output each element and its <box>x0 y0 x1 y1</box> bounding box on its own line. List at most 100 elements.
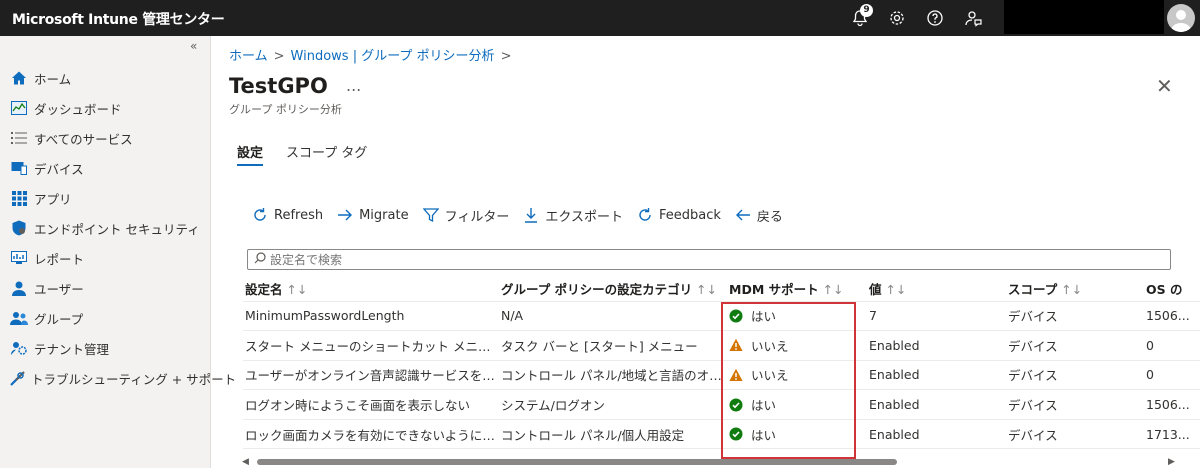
sidebar-item-label: トラブルシューティング + サポート <box>31 371 237 387</box>
close-icon[interactable]: ✕ <box>1156 74 1173 98</box>
more-options-button[interactable]: ... <box>346 76 361 95</box>
list-icon <box>10 129 28 147</box>
column-header-os-version[interactable]: OS の <box>1144 276 1200 302</box>
category-cell: コントロール パネル/個人用設定 <box>499 419 727 450</box>
devices-icon <box>10 159 28 177</box>
value-cell: Enabled <box>867 360 1006 391</box>
collapse-sidebar-button[interactable]: « <box>190 39 197 53</box>
tenant-icon <box>10 339 28 357</box>
chevron-right-icon: > <box>500 49 512 64</box>
feedback-person-icon[interactable] <box>963 8 983 28</box>
column-header-mdm-support[interactable]: MDM サポート ↑↓ <box>727 276 867 302</box>
scroll-left-icon[interactable]: ◀ <box>242 457 249 467</box>
breadcrumb-windows-link[interactable]: Windows | グループ ポリシー分析 <box>291 49 495 64</box>
avatar[interactable] <box>1167 4 1195 32</box>
scrollbar-thumb[interactable] <box>257 459 897 465</box>
os-version-cell: 1506... <box>1144 301 1200 332</box>
category-cell: システム/ログオン <box>499 389 727 420</box>
column-header-value[interactable]: 値 ↑↓ <box>867 276 1006 302</box>
highlight-box-mdm-support <box>721 302 856 459</box>
app-title[interactable]: Microsoft Intune 管理センター <box>12 9 225 29</box>
scope-cell: デバイス <box>1006 360 1144 391</box>
sort-icon: ↑↓ <box>696 281 718 297</box>
gear-icon[interactable] <box>887 8 907 28</box>
sort-icon: ↑↓ <box>286 281 308 297</box>
dashboard-icon <box>10 99 28 117</box>
refresh-button[interactable]: Refresh <box>252 207 323 223</box>
back-label: 戻る <box>756 209 783 225</box>
category-cell: タスク バーと [スタート] メニュー <box>499 330 727 361</box>
tab-settings[interactable]: 設定 <box>237 142 263 161</box>
column-header-scope[interactable]: スコープ ↑↓ <box>1006 276 1144 302</box>
tab-active-indicator <box>237 164 263 166</box>
setting-name-cell: スタート メニューのショートカット メニューを無効にする <box>243 330 499 361</box>
search-input[interactable] <box>270 252 1150 267</box>
setting-name-cell: ログオン時にようこそ画面を表示しない <box>243 389 499 420</box>
main-content: ホーム > Windows | グループ ポリシー分析 > TestGPO ... グ… <box>212 36 1200 468</box>
filter-button[interactable]: フィルター <box>422 206 510 225</box>
refresh-label: Refresh <box>274 207 324 223</box>
page-title: TestGPO <box>229 74 328 98</box>
search-box[interactable] <box>247 249 1171 270</box>
sidebar-item-dashboard[interactable]: ダッシュボード <box>10 94 205 122</box>
sidebar-item-reports[interactable]: レポート <box>10 244 205 272</box>
os-version-cell: 1713... <box>1144 419 1200 450</box>
value-cell: Enabled <box>867 330 1006 361</box>
account-name-redacted[interactable] <box>1004 0 1164 34</box>
back-button[interactable]: 戻る <box>735 206 783 225</box>
breadcrumb: ホーム > Windows | グループ ポリシー分析 > <box>229 45 517 64</box>
sidebar-item-apps[interactable]: アプリ <box>10 184 205 212</box>
sidebar-item-home[interactable]: ホーム <box>10 64 205 92</box>
os-version-cell: 1506... <box>1144 389 1200 420</box>
migrate-label: Migrate <box>359 207 409 223</box>
sidebar-item-all-services[interactable]: すべてのサービス <box>10 124 205 152</box>
sidebar-item-label: ダッシュボード <box>34 101 122 117</box>
arrow-right-icon <box>337 207 353 223</box>
help-icon[interactable] <box>925 8 945 28</box>
setting-name-cell: ロック画面カメラを有効にできないようにする <box>243 419 499 450</box>
sidebar-item-label: ホーム <box>34 71 72 87</box>
category-cell: コントロール パネル/地域と言語のオプション <box>499 360 727 391</box>
setting-name-cell: ユーザーがオンライン音声認識サービスを有効にで… <box>243 360 499 391</box>
value-cell: 7 <box>867 301 1006 332</box>
reports-icon <box>10 249 28 267</box>
scope-cell: デバイス <box>1006 389 1144 420</box>
feedback-button[interactable]: Feedback <box>637 207 721 223</box>
notification-badge: 9 <box>860 4 873 17</box>
value-cell: Enabled <box>867 419 1006 450</box>
chevron-right-icon: > <box>273 49 285 64</box>
shield-icon <box>10 219 28 237</box>
scope-cell: デバイス <box>1006 330 1144 361</box>
filter-label: フィルター <box>444 209 510 225</box>
tab-scope-tags[interactable]: スコープ タグ <box>286 142 367 161</box>
sidebar-item-label: すべてのサービス <box>34 131 133 147</box>
apps-icon <box>10 189 28 207</box>
sidebar-item-devices[interactable]: デバイス <box>10 154 205 182</box>
home-icon <box>10 69 28 87</box>
page-subtitle: グループ ポリシー分析 <box>229 103 342 116</box>
sort-icon: ↑↓ <box>885 281 907 297</box>
sidebar-item-label: アプリ <box>34 191 72 207</box>
category-cell: N/A <box>499 301 727 332</box>
tools-icon <box>10 369 25 387</box>
sidebar-item-groups[interactable]: グループ <box>10 304 205 332</box>
scope-cell: デバイス <box>1006 419 1144 450</box>
sidebar-item-endpoint-security[interactable]: エンドポイント セキュリティ <box>10 214 205 242</box>
column-header-setting-name[interactable]: 設定名 ↑↓ <box>243 276 499 302</box>
sidebar-item-troubleshooting[interactable]: トラブルシューティング + サポート <box>10 364 236 392</box>
export-button[interactable]: エクスポート <box>523 206 623 225</box>
command-bar: Refresh Migrate フィルター エクスポート Feedback 戻る <box>252 204 797 226</box>
sidebar-item-label: デバイス <box>34 161 84 177</box>
sidebar-item-label: グループ <box>34 311 84 327</box>
migrate-button[interactable]: Migrate <box>337 207 409 223</box>
horizontal-scrollbar[interactable]: ◀ ▶ <box>241 456 1181 468</box>
sidebar-item-label: エンドポイント セキュリティ <box>34 221 200 237</box>
sidebar-item-tenant-admin[interactable]: テナント管理 <box>10 334 205 362</box>
scroll-right-icon[interactable]: ▶ <box>1168 457 1175 467</box>
refresh-icon <box>252 207 268 223</box>
top-bar: Microsoft Intune 管理センター 9 <box>0 0 1200 36</box>
column-header-category[interactable]: グループ ポリシーの設定カテゴリ ↑↓ <box>499 276 727 302</box>
sidebar: « ホーム ダッシュボード すべてのサービス デバイス アプリ エンドポイント … <box>0 36 236 468</box>
sidebar-item-users[interactable]: ユーザー <box>10 274 205 302</box>
breadcrumb-home-link[interactable]: ホーム <box>229 49 268 64</box>
